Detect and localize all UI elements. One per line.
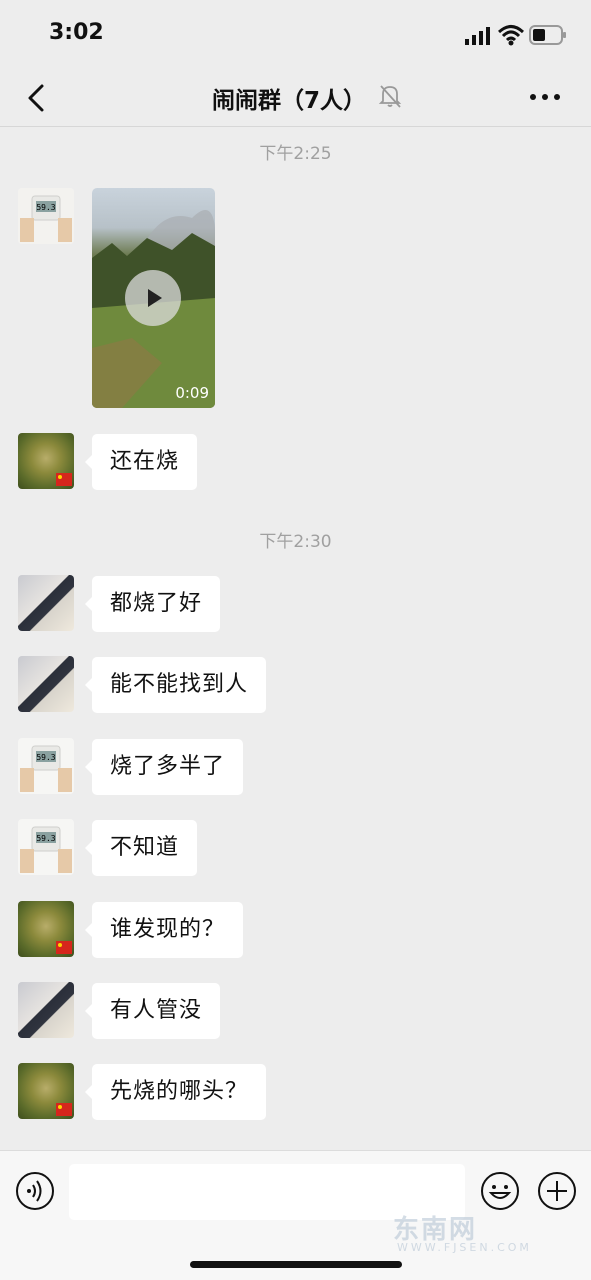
plus-icon[interactable] (537, 1171, 577, 1211)
scale-avatar-image: 59.3 (20, 826, 72, 873)
message-bubble[interactable]: 还在烧 (84, 434, 198, 490)
message-bubble[interactable]: 都烧了好 (84, 576, 221, 632)
avatar[interactable]: 59.3 (18, 738, 74, 794)
svg-text:59.3: 59.3 (36, 753, 55, 762)
timestamp: 下午2:30 (259, 532, 332, 552)
emoji-icon[interactable] (480, 1171, 520, 1211)
message-bubble[interactable]: 谁发现的？ (84, 902, 244, 958)
watermark-url: WWW.FJSEN.COM (397, 1241, 532, 1254)
avatar[interactable] (18, 1063, 74, 1119)
chat-title: 闹闹群（7人） (212, 88, 367, 114)
back-chevron-icon[interactable] (22, 80, 52, 116)
wifi-icon (498, 25, 524, 46)
video-duration: 0:09 (175, 384, 209, 402)
message-bubble[interactable]: 有人管没 (84, 983, 221, 1039)
play-icon (148, 289, 162, 307)
svg-text:59.3: 59.3 (36, 203, 55, 212)
status-bar: 3:02 (0, 0, 591, 70)
avatar[interactable] (18, 575, 74, 631)
more-icon[interactable] (528, 84, 562, 110)
scale-avatar-image: 59.3 (20, 745, 72, 792)
avatar[interactable] (18, 433, 74, 489)
input-bar: 东南网 WWW.FJSEN.COM (0, 1150, 591, 1280)
status-time: 3:02 (49, 20, 104, 45)
flag-badge-icon (56, 473, 72, 486)
flag-badge-icon (56, 1103, 72, 1116)
avatar[interactable] (18, 901, 74, 957)
play-button[interactable] (125, 270, 181, 326)
battery-icon (529, 25, 566, 45)
message-bubble[interactable]: 不知道 (84, 820, 198, 876)
avatar[interactable]: 59.3 (18, 819, 74, 875)
avatar[interactable] (18, 656, 74, 712)
svg-text:59.3: 59.3 (36, 834, 55, 843)
voice-icon[interactable] (15, 1171, 55, 1211)
avatar[interactable]: 59.3 (18, 188, 74, 244)
scale-avatar-image: 59.3 (18, 188, 74, 244)
message-bubble[interactable]: 能不能找到人 (84, 657, 267, 713)
video-message[interactable]: 0:09 (92, 188, 215, 408)
message-bubble[interactable]: 先烧的哪头？ (84, 1064, 267, 1120)
timestamp: 下午2:25 (259, 144, 332, 164)
chat-header: 闹闹群（7人） (0, 70, 591, 127)
signal-icon (465, 27, 490, 45)
home-indicator (190, 1261, 402, 1268)
message-bubble[interactable]: 烧了多半了 (84, 739, 244, 795)
flag-badge-icon (56, 941, 72, 954)
avatar[interactable] (18, 982, 74, 1038)
mute-bell-icon (378, 85, 402, 108)
